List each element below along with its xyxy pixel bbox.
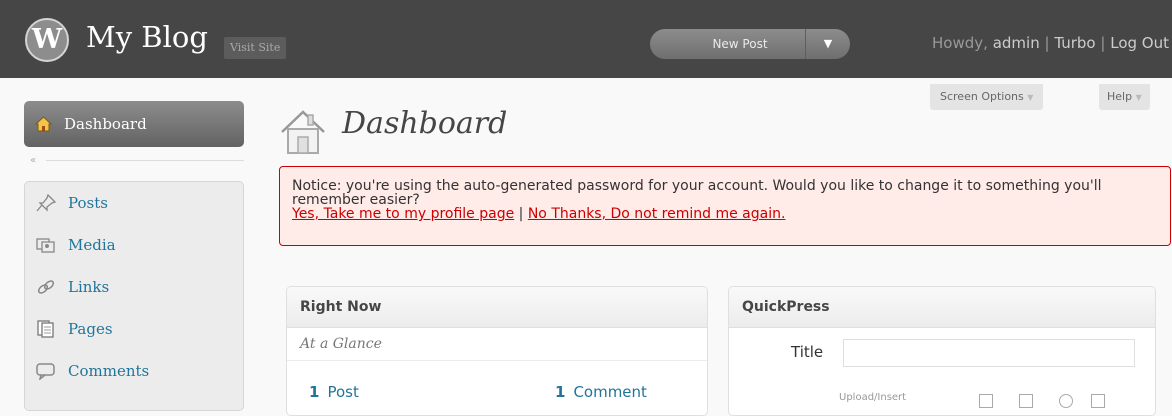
separator: | [1044,34,1050,52]
sidebar-item-media[interactable]: Media [25,224,243,266]
widget-header[interactable]: Right Now [287,287,707,328]
add-image-icon[interactable] [979,394,993,408]
profile-page-link[interactable]: Yes, Take me to my profile page [292,206,514,222]
link-separator: | [518,206,524,222]
pushpin-icon [36,194,57,212]
widget-subheader: At a Glance [287,328,707,361]
triangle-down-icon: ▼ [1135,93,1142,102]
sidebar-item-links[interactable]: Links [25,266,243,308]
sidebar-menu: Posts Media Links Pages Comments [24,181,244,411]
sidebar-item-label: Pages [68,320,113,338]
sidebar-item-posts[interactable]: Posts [25,182,243,224]
at-a-glance-label: At a Glance [300,336,382,352]
comments-count-link[interactable]: 1 Comment [555,383,647,401]
screen-options-tab[interactable]: Screen Options ▼ [930,84,1044,110]
user-info: Howdy, admin | Turbo | Log Out [932,34,1169,52]
pages-icon [37,320,54,338]
triangle-down-icon: ▼ [1027,93,1034,102]
widget-title: Right Now [300,299,382,315]
howdy-text: Howdy, [932,34,988,52]
new-post-button[interactable]: New Post [670,29,810,59]
media-icon [36,238,55,253]
posts-count-link[interactable]: 1 Post [309,383,359,401]
count-label: Post [327,383,359,401]
widget-title: QuickPress [742,299,830,315]
count: 1 [555,383,566,401]
turbo-link[interactable]: Turbo [1054,34,1095,52]
sidebar-item-label: Dashboard [64,115,147,133]
comments-icon [36,363,55,380]
title-label: Title [791,343,824,361]
dismiss-notice-link[interactable]: No Thanks, Do not remind me again. [528,206,786,222]
add-audio-icon[interactable] [1059,394,1073,408]
help-label: Help [1107,90,1133,103]
sidebar-item-label: Comments [68,362,150,380]
sidebar-item-comments[interactable]: Comments [25,350,243,392]
dashboard-house-icon [281,110,325,154]
logout-link[interactable]: Log Out [1110,34,1169,52]
screen-options-label: Screen Options [940,90,1024,103]
favorite-actions-dropdown[interactable]: New Post ▼ [650,29,850,59]
site-title[interactable]: My Blog [86,20,208,54]
dropdown-arrow-icon[interactable]: ▼ [805,29,850,59]
sidebar-item-label: Media [68,236,116,254]
home-icon [35,116,52,132]
links-icon [37,280,55,294]
quickpress-widget: QuickPress Title Upload/Insert [728,286,1156,416]
sidebar-item-pages[interactable]: Pages [25,308,243,350]
collapse-arrow-icon[interactable]: « [30,154,36,167]
count-label: Comment [573,383,647,401]
widget-header[interactable]: QuickPress [729,287,1155,328]
separator: | [1100,34,1106,52]
user-profile-link[interactable]: admin [993,34,1040,52]
collapse-menu[interactable]: « [24,154,244,167]
page-title: Dashboard [342,106,508,141]
sidebar-item-label: Posts [68,194,108,212]
wordpress-logo-icon: W [25,18,69,62]
sidebar-item-label: Links [68,278,110,296]
visit-site-button[interactable]: Visit Site [224,37,287,59]
password-notice: Notice: you're using the auto-generated … [279,166,1171,246]
right-now-widget: Right Now At a Glance 1 Post 1 Comment [286,286,708,416]
add-video-icon[interactable] [1019,394,1033,408]
count: 1 [309,383,320,401]
add-media-icon[interactable] [1091,394,1105,408]
sidebar-item-dashboard[interactable]: Dashboard [24,101,244,147]
admin-header: W My Blog Visit Site New Post ▼ Howdy, a… [0,0,1172,78]
title-input[interactable] [843,339,1135,367]
notice-text: Notice: you're using the auto-generated … [292,178,1102,208]
help-tab[interactable]: Help ▼ [1099,84,1150,110]
divider [46,160,244,161]
